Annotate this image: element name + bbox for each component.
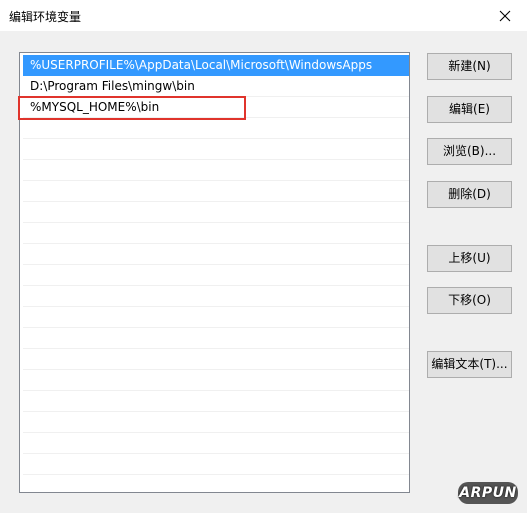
empty-row: [23, 139, 409, 160]
list-item[interactable]: D:\Program Files\mingw\bin: [23, 76, 409, 97]
title-bar: 编辑环境变量: [0, 0, 527, 31]
edit-button[interactable]: 编辑(E): [427, 96, 512, 123]
empty-row: [23, 328, 409, 349]
move-down-button[interactable]: 下移(O): [427, 287, 512, 314]
browse-button[interactable]: 浏览(B)...: [427, 138, 512, 165]
empty-row: [23, 160, 409, 181]
empty-row: [23, 349, 409, 370]
empty-row: [23, 307, 409, 328]
empty-row: [23, 370, 409, 391]
empty-row: [23, 391, 409, 412]
empty-row: [23, 475, 409, 492]
highlight-annotation: [18, 96, 246, 120]
empty-row: [23, 244, 409, 265]
close-icon: [499, 10, 510, 21]
delete-button[interactable]: 删除(D): [427, 181, 512, 208]
list-item-text: %USERPROFILE%\AppData\Local\Microsoft\Wi…: [30, 58, 373, 72]
empty-row: [23, 265, 409, 286]
empty-row: [23, 286, 409, 307]
empty-row: [23, 223, 409, 244]
empty-row: [23, 433, 409, 454]
empty-row: [23, 412, 409, 433]
new-button[interactable]: 新建(N): [427, 53, 512, 80]
empty-row: [23, 118, 409, 139]
edit-text-button[interactable]: 编辑文本(T)...: [427, 351, 512, 378]
close-button[interactable]: [482, 0, 527, 31]
list-item[interactable]: %USERPROFILE%\AppData\Local\Microsoft\Wi…: [23, 55, 409, 76]
move-up-button[interactable]: 上移(U): [427, 245, 512, 272]
edit-env-var-dialog: 编辑环境变量 %USERPROFILE%\AppData\Local\Micro…: [0, 0, 527, 513]
empty-row: [23, 454, 409, 475]
list-item-text: D:\Program Files\mingw\bin: [30, 79, 195, 93]
empty-row: [23, 181, 409, 202]
window-title: 编辑环境变量: [9, 10, 82, 24]
empty-row: [23, 202, 409, 223]
watermark-logo: ARPUN: [458, 482, 518, 504]
